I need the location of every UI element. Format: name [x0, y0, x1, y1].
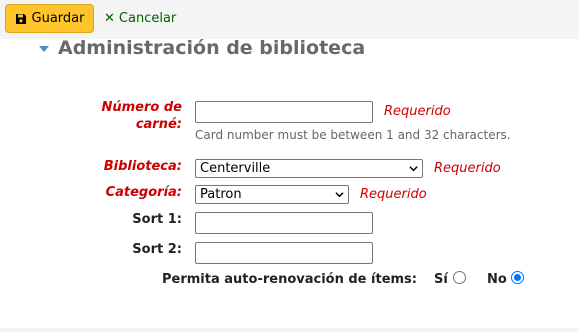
- branch-selected-value: Centerville: [200, 161, 271, 176]
- form-toolbar: Guardar ✕ Cancelar: [0, 0, 579, 39]
- cardnumber-required-note: Requerido: [384, 104, 451, 119]
- close-icon: ✕: [104, 11, 115, 26]
- autorenew-yes-label: Sí: [434, 272, 448, 287]
- cancel-link[interactable]: ✕ Cancelar: [104, 11, 176, 26]
- section-legend-toggle[interactable]: Administración de biblioteca: [39, 37, 365, 59]
- sort1-label: Sort 1:: [132, 212, 182, 227]
- cardnumber-input[interactable]: [195, 101, 373, 123]
- autorenew-label: Permita auto-renovación de ítems:: [162, 272, 417, 287]
- category-selected-value: Patron: [200, 187, 242, 202]
- cardnumber-label-line1: Número de: [101, 100, 183, 115]
- cancel-link-label: Cancelar: [118, 11, 177, 26]
- cardnumber-hint: Card number must be between 1 and 32 cha…: [195, 128, 511, 142]
- category-select[interactable]: Patron: [195, 185, 349, 204]
- floppy-disk-icon: [15, 13, 26, 24]
- sort1-input[interactable]: [195, 212, 373, 234]
- branch-label: Biblioteca:: [103, 159, 182, 174]
- patron-entry-page: Guardar ✕ Cancelar Administración de bib…: [0, 0, 579, 332]
- category-required-note: Requerido: [360, 187, 427, 202]
- save-button-label: Guardar: [31, 11, 85, 26]
- caret-down-icon: [39, 46, 49, 52]
- branch-required-note: Requerido: [434, 161, 501, 176]
- save-button[interactable]: Guardar: [5, 4, 94, 33]
- autorenew-no-radio[interactable]: [511, 271, 524, 284]
- autorenew-yes-radio[interactable]: [453, 271, 466, 284]
- branch-select[interactable]: Centerville: [195, 159, 423, 178]
- section-divider: [0, 328, 579, 332]
- autorenew-no-label: No: [487, 272, 507, 287]
- chevron-down-icon: [335, 192, 344, 198]
- sort2-input[interactable]: [195, 242, 373, 264]
- chevron-down-icon: [409, 166, 418, 172]
- cardnumber-label-line2: carné:: [135, 117, 182, 132]
- section-title: Administración de biblioteca: [58, 37, 366, 59]
- category-label: Categoría:: [105, 185, 182, 200]
- sort2-label: Sort 2:: [132, 242, 182, 257]
